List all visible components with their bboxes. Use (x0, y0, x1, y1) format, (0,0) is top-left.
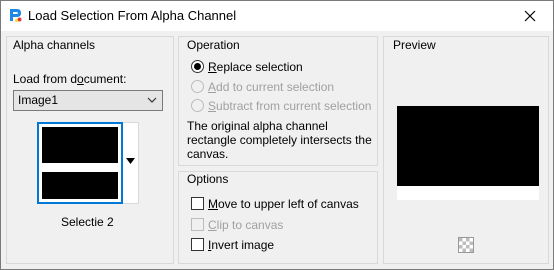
document-dropdown[interactable]: Image1 (13, 90, 163, 111)
close-button[interactable] (507, 1, 553, 31)
operation-title: Operation (187, 38, 240, 52)
window-title: Load Selection From Alpha Channel (28, 8, 237, 23)
document-dropdown-value: Image1 (18, 93, 59, 107)
thumbnail-selection-stripe (42, 163, 118, 172)
alpha-channels-title: Alpha channels (13, 38, 96, 52)
clip-to-canvas-label[interactable]: Clip to canvas (208, 218, 283, 232)
caret-down-icon (126, 158, 135, 164)
radio-selected-dot (194, 63, 201, 70)
checkerboard-icon[interactable] (458, 237, 474, 253)
paintshop-app-icon (10, 9, 22, 22)
thumbnail-caption: Selectie 2 (61, 215, 114, 229)
replace-selection-radio[interactable] (191, 60, 204, 73)
invert-image-label[interactable]: Invert image (208, 238, 274, 252)
preview-image (397, 106, 539, 186)
preview-selection-band (397, 186, 539, 200)
options-title: Options (187, 172, 229, 186)
thumbnail-dropdown-button[interactable] (123, 122, 139, 204)
invert-image-checkbox[interactable] (191, 238, 204, 251)
title-bar[interactable]: Load Selection From Alpha Channel (1, 1, 553, 31)
move-to-upper-left-checkbox[interactable] (191, 197, 204, 210)
clip-to-canvas-checkbox[interactable] (191, 218, 204, 231)
subtract-from-selection-radio[interactable] (191, 99, 204, 112)
alpha-channel-thumbnail[interactable] (37, 122, 123, 204)
operation-note: The original alpha channel rectangle com… (187, 119, 372, 161)
move-to-upper-left-label[interactable]: Move to upper left of canvas (208, 197, 359, 211)
add-to-selection-label[interactable]: Add to current selection (208, 80, 334, 94)
dialog-window: Load Selection From Alpha Channel Alpha … (0, 0, 554, 270)
chevron-down-icon (147, 97, 157, 103)
close-icon (524, 10, 536, 22)
add-to-selection-radio[interactable] (191, 80, 204, 93)
subtract-from-selection-label[interactable]: Subtract from current selection (208, 99, 371, 113)
load-from-document-label: Load from document: (13, 72, 127, 86)
preview-title: Preview (393, 38, 436, 52)
thumbnail-image (42, 127, 118, 199)
replace-selection-label[interactable]: Replace selection (208, 60, 303, 74)
